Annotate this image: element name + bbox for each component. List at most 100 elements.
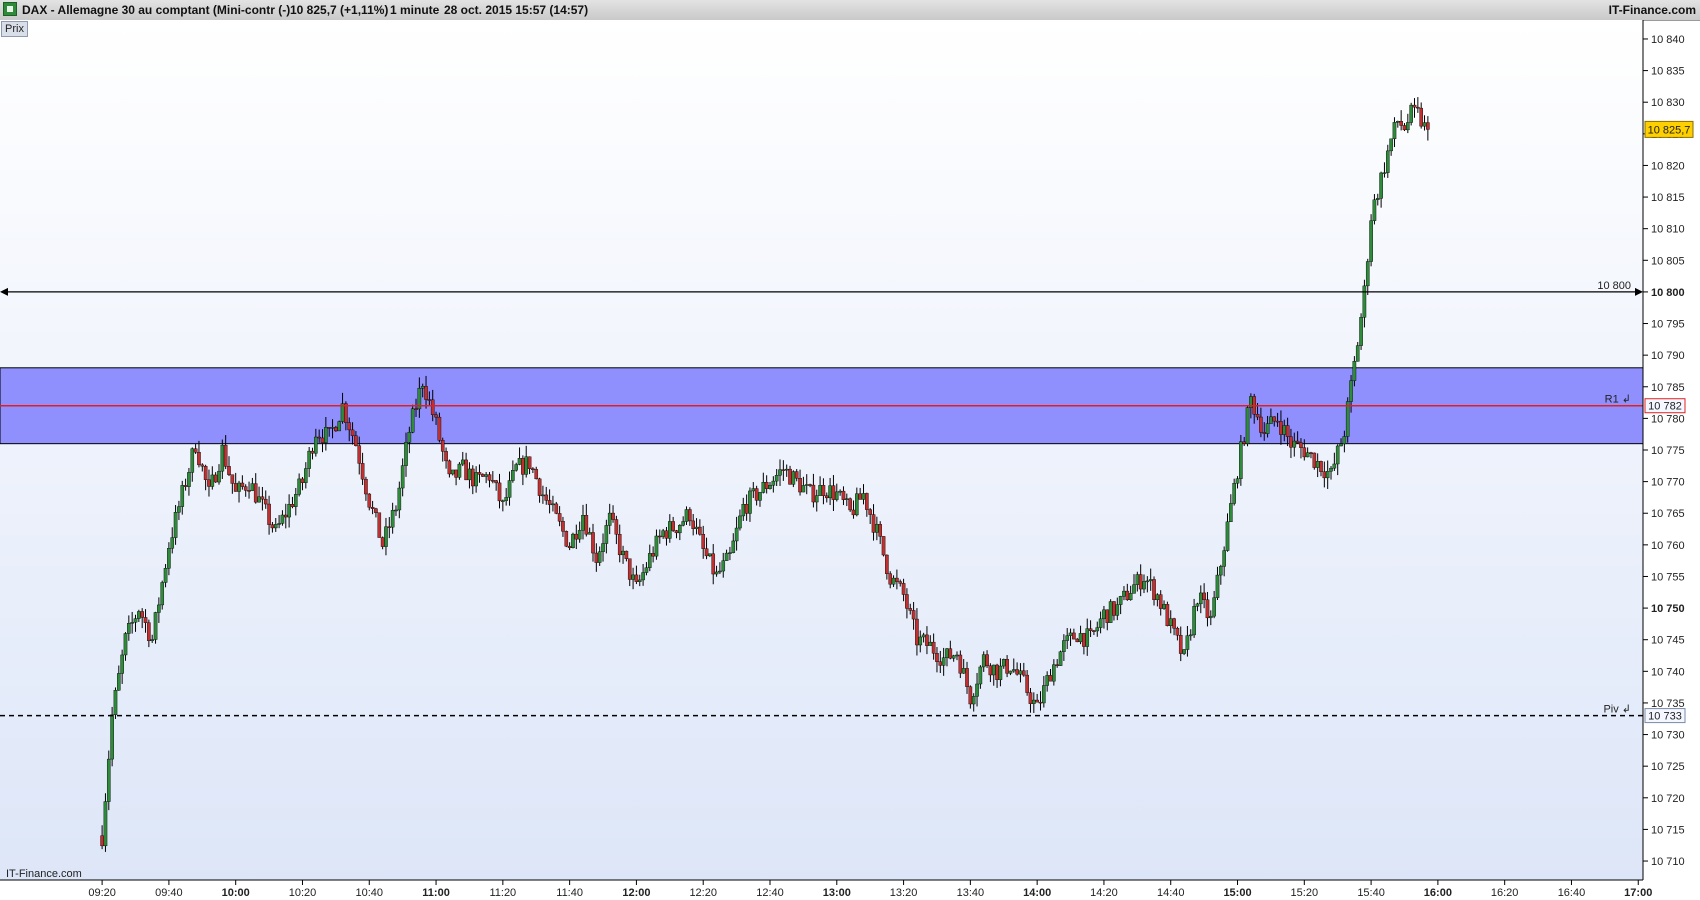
candle-body: [280, 514, 285, 524]
candle-body: [541, 494, 545, 497]
candle-body: [367, 493, 372, 508]
candle-body: [617, 534, 622, 556]
y-tick-label: 10 725: [1651, 761, 1685, 773]
candle-body: [370, 507, 375, 509]
candle-body: [1209, 615, 1213, 619]
candle-body: [1078, 633, 1083, 643]
candle-body: [1322, 471, 1327, 479]
candle-body: [347, 422, 352, 431]
candle-body: [1359, 317, 1363, 346]
candle-body: [1365, 261, 1370, 287]
candle-body: [1272, 416, 1277, 422]
candle-body: [754, 488, 759, 501]
candle-body: [788, 468, 792, 485]
candle-body: [1275, 420, 1280, 423]
candle-body: [834, 491, 839, 500]
x-tick-label: 10:20: [289, 887, 317, 899]
candle-body: [908, 608, 913, 611]
candle-body: [163, 568, 168, 583]
price-chart[interactable]: R1 ↲ Piv ↲ 10 800 10 840 10 835 10 830 10 825…: [0, 20, 1700, 900]
candle-body: [1045, 675, 1049, 686]
candle-body: [587, 532, 592, 535]
candle-body: [117, 673, 121, 691]
candle-body: [420, 386, 425, 389]
candle-body: [1085, 628, 1090, 647]
candle-body: [1389, 138, 1393, 152]
candle-body: [1068, 632, 1073, 636]
candle-body: [330, 427, 335, 429]
candle-body: [921, 634, 926, 638]
candle-body: [1399, 120, 1403, 126]
y-tick-label: 10 795: [1651, 319, 1685, 331]
candle-body: [574, 533, 579, 540]
candle-body: [561, 521, 565, 532]
candle-body: [861, 493, 866, 500]
plot-background: [0, 20, 1643, 880]
candle-body: [501, 500, 505, 502]
candle-body: [464, 459, 468, 481]
candle-body: [891, 577, 896, 585]
candle-body: [998, 665, 1003, 680]
panel-tab-prix[interactable]: Prix: [1, 21, 28, 37]
candle-body: [1295, 440, 1300, 443]
candle-body: [410, 408, 415, 433]
candle-body: [1309, 452, 1313, 454]
y-tick-label: 10 800: [1651, 287, 1685, 299]
candle-body: [1038, 701, 1043, 704]
candle-body: [524, 456, 529, 475]
candle-body: [941, 657, 946, 666]
candle-body: [1032, 699, 1036, 704]
candle-body: [1315, 461, 1320, 468]
candle-body: [190, 448, 195, 473]
candle-body: [981, 654, 986, 668]
x-tick-label: 13:00: [823, 887, 851, 899]
candle-body: [918, 636, 923, 646]
candle-body: [611, 512, 615, 520]
candle-body: [671, 521, 675, 531]
x-tick-label: 11:20: [489, 887, 516, 899]
candle-body: [287, 504, 291, 518]
y-tick-label: 10 815: [1651, 192, 1685, 204]
candle-body: [1402, 125, 1407, 131]
candle-body: [744, 504, 749, 514]
x-tick-label: 16:00: [1424, 887, 1452, 899]
candle-body: [364, 478, 368, 495]
x-tick-label: 15:00: [1223, 887, 1251, 899]
candle-body: [210, 474, 215, 487]
candle-body: [814, 495, 819, 503]
candle-body: [517, 458, 522, 465]
candle-body: [253, 483, 258, 503]
candle-body: [220, 444, 225, 472]
candle-body: [851, 509, 856, 516]
candle-body: [871, 514, 876, 533]
candle-body: [357, 445, 362, 464]
candle-body: [828, 485, 832, 499]
x-tick-label: 12:20: [689, 887, 717, 899]
candle-body: [267, 503, 271, 525]
candle-body: [170, 537, 175, 549]
candle-body: [404, 442, 408, 466]
y-tick-label: 10 780: [1651, 413, 1685, 425]
candle-body: [888, 573, 893, 585]
candle-body: [1168, 618, 1173, 627]
candle-body: [507, 480, 512, 498]
candle-body: [167, 548, 171, 569]
candle-body: [1118, 596, 1123, 605]
candle-body: [153, 612, 158, 640]
candle-body: [1396, 120, 1400, 123]
candle-body: [881, 536, 886, 556]
candle-body: [197, 452, 201, 466]
candle-body: [230, 474, 235, 484]
candle-body: [1072, 632, 1076, 640]
candle-body: [804, 484, 809, 486]
candle-body: [180, 485, 185, 507]
candle-body: [150, 639, 155, 641]
candle-body: [724, 552, 729, 561]
candle-body: [911, 610, 916, 620]
candle-body: [838, 490, 842, 493]
candle-body: [1065, 635, 1070, 641]
candle-body: [390, 510, 395, 528]
candle-body: [1075, 638, 1080, 643]
candle-body: [1339, 443, 1343, 447]
candle-body: [601, 543, 605, 552]
